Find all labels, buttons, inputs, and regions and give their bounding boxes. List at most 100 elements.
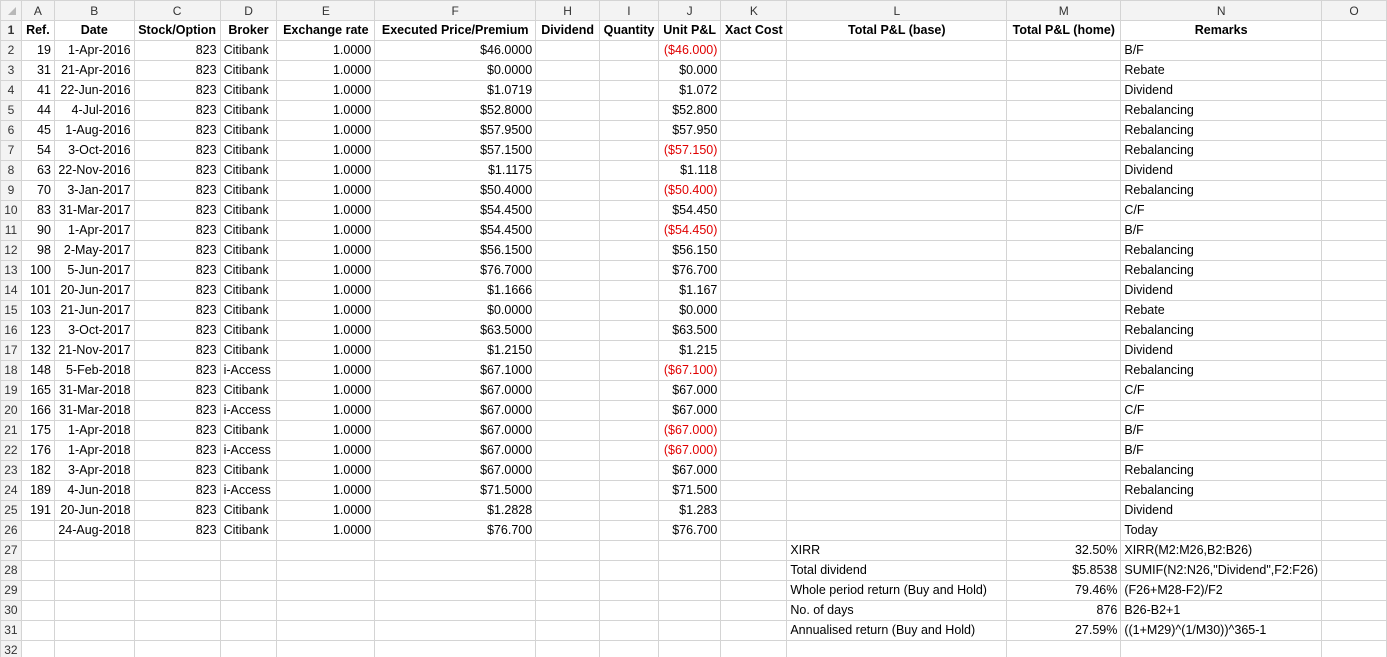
cell-xact-cost[interactable] xyxy=(720,240,788,261)
cell-total-home[interactable] xyxy=(1006,180,1122,201)
cell-total-base[interactable] xyxy=(786,300,1008,321)
cell-empty[interactable] xyxy=(535,640,600,657)
row-header[interactable]: 4 xyxy=(0,80,22,101)
cell-empty[interactable] xyxy=(1321,620,1387,641)
cell-remark[interactable]: Dividend xyxy=(1120,500,1323,521)
summary-label[interactable]: Annualised return (Buy and Hold) xyxy=(786,620,1008,641)
cell-total-base[interactable] xyxy=(786,200,1008,221)
cell-empty[interactable] xyxy=(20,600,55,621)
cell-total-base[interactable] xyxy=(786,80,1008,101)
row-header[interactable]: 18 xyxy=(0,360,22,381)
cell-ref[interactable]: 90 xyxy=(20,220,55,241)
cell-date[interactable]: 1-Aug-2016 xyxy=(53,120,135,141)
cell-date[interactable]: 31-Mar-2018 xyxy=(53,380,135,401)
cell-empty[interactable] xyxy=(1321,240,1387,261)
cell-empty[interactable] xyxy=(598,640,659,657)
row-header[interactable]: 31 xyxy=(0,620,22,641)
cell-xact-cost[interactable] xyxy=(720,300,788,321)
cell-price[interactable]: $76.7000 xyxy=(374,260,537,281)
cell-price[interactable]: $67.0000 xyxy=(374,380,537,401)
cell-empty[interactable] xyxy=(1120,640,1323,657)
cell-xact-cost[interactable] xyxy=(720,120,788,141)
cell-empty[interactable] xyxy=(276,620,376,641)
cell-total-base[interactable] xyxy=(786,40,1008,61)
cell-unit-pl[interactable]: $52.800 xyxy=(657,100,722,121)
cell-empty[interactable] xyxy=(535,540,600,561)
cell-dividend[interactable] xyxy=(535,480,600,501)
cell-dividend[interactable] xyxy=(535,180,600,201)
cell-broker[interactable]: Citibank xyxy=(219,200,278,221)
cell-xact-cost[interactable] xyxy=(720,380,788,401)
cell-empty[interactable] xyxy=(1321,420,1387,441)
cell-date[interactable]: 2-May-2017 xyxy=(53,240,135,261)
cell-empty[interactable] xyxy=(1321,80,1387,101)
cell-remark[interactable]: Dividend xyxy=(1120,80,1323,101)
cell-empty[interactable] xyxy=(219,580,278,601)
cell-xact-cost[interactable] xyxy=(720,100,788,121)
cell-unit-pl[interactable]: $76.700 xyxy=(657,260,722,281)
cell-ref[interactable]: 176 xyxy=(20,440,55,461)
cell-total-home[interactable] xyxy=(1006,380,1122,401)
cell-empty[interactable] xyxy=(1321,60,1387,81)
cell-empty[interactable] xyxy=(1321,580,1387,601)
row-header[interactable]: 13 xyxy=(0,260,22,281)
cell-quantity[interactable] xyxy=(598,500,659,521)
cell-total-base[interactable] xyxy=(786,400,1008,421)
row-header[interactable]: 29 xyxy=(0,580,22,601)
spreadsheet-grid[interactable]: ABCDEFHIJKLMNO 1 Ref. Date Stock/Option Brok… xyxy=(0,0,1387,657)
cell-ref[interactable]: 19 xyxy=(20,40,55,61)
row-header[interactable]: 20 xyxy=(0,400,22,421)
cell-total-base[interactable] xyxy=(786,60,1008,81)
summary-formula[interactable]: XIRR(M2:M26,B2:B26) xyxy=(1120,540,1323,561)
column-header-m[interactable]: M xyxy=(1006,0,1122,21)
cell-total-base[interactable] xyxy=(786,260,1008,281)
cell-empty[interactable] xyxy=(598,620,659,641)
cell-empty[interactable] xyxy=(598,580,659,601)
cell-stock[interactable]: 823 xyxy=(133,480,221,501)
cell-total-home[interactable] xyxy=(1006,440,1122,461)
row-header[interactable]: 3 xyxy=(0,60,22,81)
cell-total-home[interactable] xyxy=(1006,480,1122,501)
row-header[interactable]: 17 xyxy=(0,340,22,361)
cell-quantity[interactable] xyxy=(598,440,659,461)
cell-ref[interactable]: 189 xyxy=(20,480,55,501)
header-total-pl-base[interactable]: Total P&L (base) xyxy=(786,20,1008,41)
cell-dividend[interactable] xyxy=(535,140,600,161)
cell-quantity[interactable] xyxy=(598,60,659,81)
row-header[interactable]: 10 xyxy=(0,200,22,221)
cell-exchange-rate[interactable]: 1.0000 xyxy=(276,380,376,401)
cell-total-home[interactable] xyxy=(1006,220,1122,241)
cell-date[interactable]: 24-Aug-2018 xyxy=(53,520,135,541)
cell-broker[interactable]: Citibank xyxy=(219,60,278,81)
cell-unit-pl[interactable]: $1.283 xyxy=(657,500,722,521)
cell-remark[interactable]: B/F xyxy=(1120,440,1323,461)
cell-total-base[interactable] xyxy=(786,100,1008,121)
summary-value[interactable]: $5.8538 xyxy=(1006,560,1122,581)
cell-empty[interactable] xyxy=(657,540,722,561)
cell-empty[interactable] xyxy=(374,620,537,641)
cell-quantity[interactable] xyxy=(598,480,659,501)
cell-empty[interactable] xyxy=(1321,540,1387,561)
column-header-f[interactable]: F xyxy=(374,0,537,21)
cell-dividend[interactable] xyxy=(535,520,600,541)
cell-total-home[interactable] xyxy=(1006,100,1122,121)
summary-value[interactable]: 79.46% xyxy=(1006,580,1122,601)
cell-unit-pl[interactable]: $0.000 xyxy=(657,300,722,321)
cell-empty[interactable] xyxy=(276,600,376,621)
cell-total-home[interactable] xyxy=(1006,520,1122,541)
cell-date[interactable]: 1-Apr-2016 xyxy=(53,40,135,61)
cell-total-base[interactable] xyxy=(786,520,1008,541)
column-header-o[interactable]: O xyxy=(1321,0,1387,21)
row-header[interactable]: 30 xyxy=(0,600,22,621)
cell-empty[interactable] xyxy=(1321,100,1387,121)
column-header-b[interactable]: B xyxy=(53,0,135,21)
cell-ref[interactable]: 101 xyxy=(20,280,55,301)
cell-remark[interactable]: Rebalancing xyxy=(1120,120,1323,141)
cell-stock[interactable]: 823 xyxy=(133,460,221,481)
cell-broker[interactable]: i-Access xyxy=(219,400,278,421)
cell-empty[interactable] xyxy=(276,580,376,601)
cell-stock[interactable]: 823 xyxy=(133,360,221,381)
row-header[interactable]: 5 xyxy=(0,100,22,121)
cell-unit-pl[interactable]: $56.150 xyxy=(657,240,722,261)
cell-empty[interactable] xyxy=(1321,340,1387,361)
